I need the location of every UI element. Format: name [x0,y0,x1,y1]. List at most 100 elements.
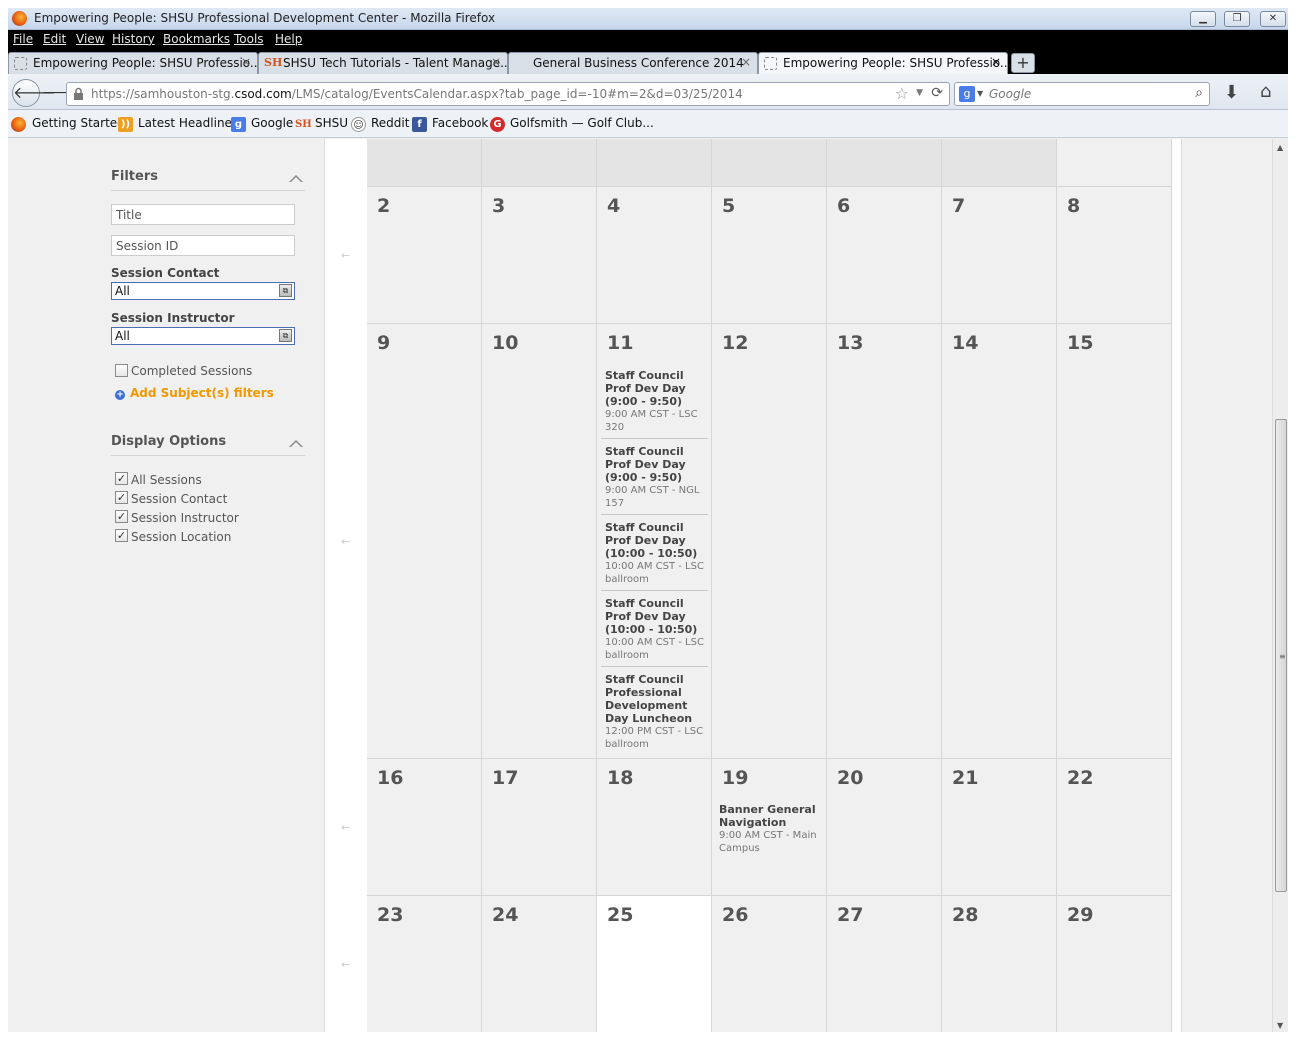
forward-button[interactable]: 🡒 [42,83,80,103]
calendar-day-7[interactable]: 7 [942,187,1057,324]
url-text[interactable]: https://samhouston-stg.csod.com/LMS/cata… [91,87,743,101]
week-arrow-icon[interactable]: ← [341,535,350,548]
event-title[interactable]: Staff Council Prof Dev Day (10:00 - 10:5… [605,597,709,636]
bookmark-facebook[interactable]: Facebook [432,116,488,130]
calendar-day-cell[interactable] [482,139,597,187]
menu-help[interactable]: Help [275,32,302,46]
event-title[interactable]: Staff Council Prof Dev Day (9:00 - 9:50) [605,369,709,408]
calendar-event[interactable]: Staff Council Professional Development D… [605,673,709,751]
calendar-day-28[interactable]: 28 [942,896,1057,1032]
session-contact-checkbox[interactable]: ✓ [115,491,128,504]
calendar-day-13[interactable]: 13 [827,324,942,759]
calendar-day-cell[interactable] [1057,139,1172,187]
calendar-day-16[interactable]: 16 [367,759,482,896]
download-icon[interactable]: ⬇ [1224,82,1239,103]
calendar-day-23[interactable]: 23 [367,896,482,1032]
calendar-day-cell[interactable] [827,139,942,187]
menu-tools[interactable]: Tools [234,32,264,46]
close-tab-icon[interactable]: × [991,55,1001,69]
tab-empowering-people-1[interactable]: Empowering People: SHSU Professio... × [8,52,261,74]
week-arrow-icon[interactable]: ← [341,821,350,834]
home-icon[interactable]: ⌂ [1260,81,1271,102]
event-title[interactable]: Banner General Navigation [719,803,823,829]
session-contact-select[interactable]: All ⧉ [111,282,295,300]
calendar-day-29[interactable]: 29 [1057,896,1172,1032]
calendar-event[interactable]: Staff Council Prof Dev Day (10:00 - 10:5… [605,521,709,586]
menu-bookmarks[interactable]: Bookmarks [163,32,230,46]
calendar-day-19[interactable]: 19 Banner General Navigation 9:00 AM CST… [712,759,827,896]
bookmark-latest-headlines[interactable]: Latest Headlines [138,116,238,130]
calendar-event[interactable]: Staff Council Prof Dev Day (10:00 - 10:5… [605,597,709,662]
collapse-triangle-icon[interactable] [289,440,303,447]
scrollbar-thumb[interactable]: ≡ [1275,419,1287,892]
week-arrow-icon[interactable]: ← [341,249,350,262]
picker-icon[interactable]: ⧉ [279,284,292,297]
vertical-scrollbar[interactable]: ▲ ≡ ▼ [1272,139,1288,1032]
reload-icon[interactable]: ⟳ [931,85,943,101]
calendar-day-11[interactable]: 11 Staff Council Prof Dev Day (9:00 - 9:… [597,324,712,759]
calendar-day-21[interactable]: 21 [942,759,1057,896]
calendar-day-25-today[interactable]: 25 [597,896,712,1032]
calendar-event[interactable]: Staff Council Prof Dev Day (9:00 - 9:50)… [605,369,709,434]
calendar-event[interactable]: Staff Council Prof Dev Day (9:00 - 9:50)… [605,445,709,510]
all-sessions-checkbox[interactable]: ✓ [115,472,128,485]
title-filter-input[interactable]: Title [111,204,295,225]
search-bar[interactable]: g ▼ Google ⌕ [954,82,1210,106]
calendar-day-18[interactable]: 18 [597,759,712,896]
event-title[interactable]: Staff Council Prof Dev Day (10:00 - 10:5… [605,521,709,560]
bookmark-google[interactable]: Google [251,116,293,130]
google-icon[interactable]: g [959,86,975,102]
bookmark-getting-started[interactable]: Getting Started [32,116,125,130]
calendar-day-cell[interactable] [712,139,827,187]
calendar-day-cell[interactable] [597,139,712,187]
calendar-day-12[interactable]: 12 [712,324,827,759]
calendar-day-15[interactable]: 15 [1057,324,1172,759]
event-title[interactable]: Staff Council Professional Development D… [605,673,709,725]
calendar-day-20[interactable]: 20 [827,759,942,896]
session-location-checkbox[interactable]: ✓ [115,529,128,542]
close-window-button[interactable]: ✕ [1260,11,1286,27]
calendar-day-9[interactable]: 9 [367,324,482,759]
calendar-day-10[interactable]: 10 [482,324,597,759]
close-tab-icon[interactable]: × [741,55,751,69]
calendar-day-24[interactable]: 24 [482,896,597,1032]
calendar-day-4[interactable]: 4 [597,187,712,324]
session-instructor-checkbox[interactable]: ✓ [115,510,128,523]
bookmark-reddit[interactable]: Reddit [371,116,409,130]
calendar-day-6[interactable]: 6 [827,187,942,324]
url-bar[interactable]: https://samhouston-stg.csod.com/LMS/cata… [66,82,950,106]
calendar-day-5[interactable]: 5 [712,187,827,324]
session-id-input[interactable]: Session ID [111,235,295,256]
scroll-up-arrow-icon[interactable]: ▲ [1277,143,1283,152]
calendar-day-17[interactable]: 17 [482,759,597,896]
menu-file[interactable]: File [13,32,33,46]
completed-sessions-checkbox[interactable] [115,364,128,377]
back-button[interactable]: 🡐 [12,79,56,107]
search-engine-dropdown-icon[interactable]: ▼ [977,89,983,98]
bookmark-golfsmith[interactable]: Golfsmith — Golf Club... [510,116,654,130]
search-icon[interactable]: ⌕ [1195,85,1203,101]
collapse-triangle-icon[interactable] [289,175,303,182]
tab-empowering-people-active[interactable]: Empowering People: SHSU Professio... × [758,52,1011,74]
new-tab-button[interactable]: + [1011,53,1035,73]
calendar-day-8[interactable]: 8 [1057,187,1172,324]
menu-edit[interactable]: Edit [43,32,66,46]
calendar-day-cell[interactable] [367,139,482,187]
close-tab-icon[interactable]: × [491,55,501,69]
week-arrow-icon[interactable]: ← [341,958,350,971]
minimize-button[interactable]: ▁ [1190,11,1216,27]
picker-icon[interactable]: ⧉ [279,329,292,342]
calendar-day-3[interactable]: 3 [482,187,597,324]
calendar-day-14[interactable]: 14 [942,324,1057,759]
search-input[interactable]: Google [989,87,1031,101]
session-instructor-select[interactable]: All ⧉ [111,327,295,345]
restore-button[interactable]: ❐ [1224,11,1250,27]
add-subject-filters-link[interactable]: + Add Subject(s) filters [115,386,274,400]
calendar-day-2[interactable]: 2 [367,187,482,324]
calendar-day-27[interactable]: 27 [827,896,942,1032]
tab-general-business-conference[interactable]: General Business Conference 2014 × [508,52,758,74]
bookmark-star-icon[interactable]: ☆ [895,84,909,103]
calendar-day-26[interactable]: 26 [712,896,827,1032]
bookmark-shsu[interactable]: SHSU [315,116,348,130]
close-tab-icon[interactable]: × [241,55,251,69]
